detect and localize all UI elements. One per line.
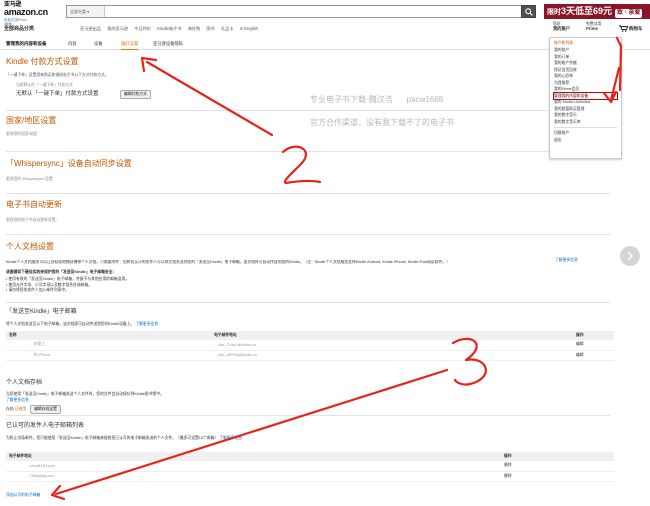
search-category-select[interactable]: 全部分类 ▾ [67,6,105,17]
tab-device-privacy[interactable]: 亚马逊设备隐私 [153,41,183,47]
section-title: 已认可的发件人电子邮箱列表 [6,423,85,429]
personal-docs-section: 个人文档设置 Kindle个人文档服务可以让您轻松地随身携带个人文档。只需要附件… [6,239,614,294]
nav-link[interactable]: 海外购 [188,26,201,31]
table-row: …ofcs@163.com 删除 [6,461,614,472]
next-arrow-button[interactable] [620,246,640,266]
current-payment-value: 无默认「一键下单」付款方式设置 [16,91,99,97]
edit-link[interactable]: 编辑 [573,340,614,351]
section-title: 「Whispersync」设备自动同步设置 [6,159,132,168]
nav-links: 亚马逊出品 我的亚马逊 今日特价 Kindle电子书 海外购 图书 礼品卡 In… [80,26,263,32]
account-dropdown: 账户和列表 我的账户 我的订单 我的账户余额 保证旧货回收 我的心愿单 为我推荐 我的Pri… [549,37,622,159]
section-title: 电子书自动更新 [6,200,62,209]
subnav-title: 管理我的内容和设备 [6,41,47,46]
divider [6,110,610,111]
edit-payment-button[interactable]: 编辑付款方式 [120,90,151,99]
dropdown-item[interactable]: 我的数字音乐库 [554,119,617,126]
account-menu[interactable]: 您好, 我的账户 [553,22,570,31]
table-row: …的 iPhone …cfcs_aRF9s@kindle.cn 编辑 [6,350,614,361]
kindle-payment-section: Kindle 付款方式设置 「一键下单」设置用来购买和借阅电子书以下方式付款方式… [6,54,151,99]
section-title: 个人文档存档 [6,380,43,386]
search-icon [525,8,533,16]
nav-link[interactable]: 图书 [206,26,214,31]
divider [6,302,610,303]
nav-link[interactable]: 今日特价 [134,26,151,31]
archive-section: 个人文档存档 当您使用「发送至Kindle」电子邮箱发送个人文件时，您的文件会自… [6,377,164,414]
approved-email-table: 电子邮件地址 操作 …ofcs@163.com 删除 …766a@qq.com … [6,452,614,482]
learn-more-link[interactable]: 了解更多信息 [555,258,578,263]
send-to-kindle-section: 「发送至Kindle」电子邮箱 将个人文档发送至以下电子邮箱，该文档即可自动传送… [6,306,158,327]
send-email-table: 名称 电子邮件地址 操作 …的第三 …cfcs_TUrpL@kindle.cn … [6,331,614,361]
table-row: …的第三 …cfcs_TUrpL@kindle.cn 编辑 [6,340,614,351]
table-header: 电子邮件地址 操作 [6,452,614,461]
chevron-right-icon [627,251,634,261]
section-title: 国家/地区设置 [6,116,57,125]
archive-learn-more-link[interactable]: 了解更多信息 [6,398,164,403]
archive-status: 已启用 [14,407,27,411]
tab-devices[interactable]: 设备 [94,41,103,47]
ebook-update-link[interactable]: 更改您的电子书自动更新设置。 [6,218,62,223]
whispersync-section: 「Whispersync」设备自动同步设置 更改您的 Whispersync 设… [6,156,132,182]
promo-banner[interactable]: 限时3天低至69元致 · 亲爱 [544,4,650,19]
prime-trial[interactable]: 免费试用 Prime [586,22,601,31]
nav-link[interactable]: 礼品卡 [221,26,234,31]
promo-pill: 致 · 亲爱 [615,9,643,18]
divider [6,193,610,194]
watermark-text: 专业电子书下载-魏汉浩 pacw1688 [310,95,444,104]
nav-link[interactable]: 我的亚马逊 [107,26,128,31]
search-button[interactable] [521,5,536,18]
edit-link[interactable]: 编辑 [573,350,614,361]
section-title: Kindle 付款方式设置 [6,57,79,66]
amazon-logo[interactable]: 亚马逊 amazon.cn 免费试用Prime [4,2,56,22]
dropdown-title: 账户和列表 [554,41,573,45]
delete-link[interactable]: 删除 [501,471,614,482]
section-title: 「发送至Kindle」电子邮箱 [6,309,77,315]
divider [6,151,610,152]
watermark-text: 官方合作渠道，没有我下载不了的电子书 [310,118,454,127]
section-title: 个人文档设置 [6,242,54,251]
annotation-arrow-3-head [50,484,66,501]
tab-preferences[interactable]: 偏好设置 [121,41,139,50]
approved-senders-section: 已认可的发件人电子邮箱列表 为防止垃圾邮件，您只能使用「发送至Kindle」电子… [6,420,242,441]
approved-learn-more-link[interactable]: 了解更多信息 [219,436,242,440]
dropdown-separator [554,127,617,128]
logo-domain: amazon.cn [4,7,48,17]
tab-content[interactable]: 内容 [68,41,77,47]
list-item: • 请勿将您的发件人加入邮件列表中。 [6,288,70,292]
ebook-update-section: 电子书自动更新 更改您的电子书自动更新设置。 [6,197,62,223]
table-header: 名称 电子邮件地址 操作 [6,331,614,340]
nav-link[interactable]: Kindle电子书 [157,26,181,31]
nav-link[interactable]: In English [240,26,258,31]
dropdown-item[interactable]: 退出 [554,137,617,144]
cart-icon [619,25,629,32]
divider [6,234,610,235]
add-approved-email-link[interactable]: 添加认可的电子邮箱 [6,493,40,498]
nav-link[interactable]: 亚马逊出品 [80,26,101,31]
region-link[interactable]: 更改您的国家/地区 [6,132,56,137]
shop-by-category[interactable]: 浏览 全部商品分类 [4,22,34,32]
cart-button[interactable]: 购物车 [619,25,643,32]
annotation-arrow-2 [145,60,274,137]
top-header: 亚马逊 amazon.cn 免费试用Prime 全部分类 ▾ 限时3天低至69元… [0,0,650,22]
send-learn-more-link[interactable]: 了解更多信息 [135,322,158,326]
edit-archive-button[interactable]: 编辑存档设置 [30,405,61,414]
region-section: 国家/地区设置 更改您的国家/地区 [6,113,56,137]
whispersync-link[interactable]: 更改您的 Whispersync 设置 [6,177,132,182]
table-row: …766a@qq.com 删除 [6,471,614,482]
nav-bar: 浏览 全部商品分类 亚马逊出品 我的亚马逊 今日特价 Kindle电子书 海外购… [0,21,650,35]
annotation-number-2 [281,145,322,185]
delete-link[interactable]: 删除 [501,461,614,472]
search-bar: 全部分类 ▾ [66,5,536,18]
divider [6,415,610,416]
